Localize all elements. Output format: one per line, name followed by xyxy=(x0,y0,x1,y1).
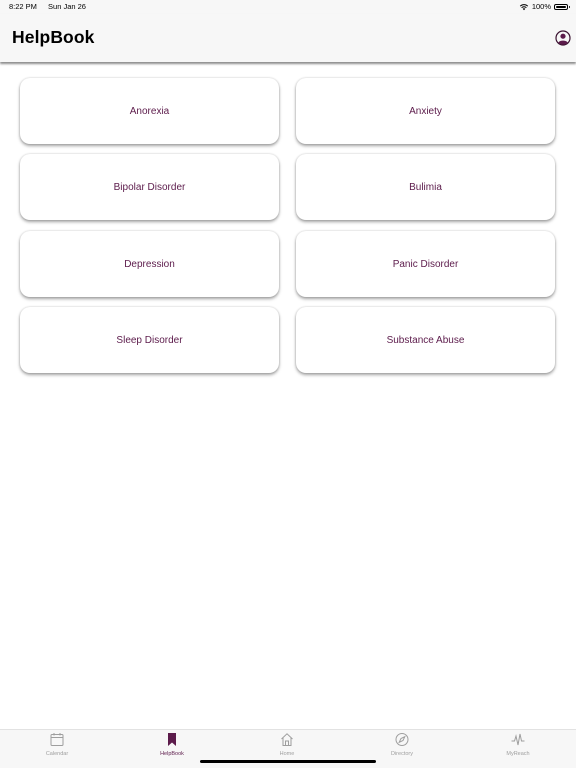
tab-home[interactable]: Home xyxy=(257,732,317,762)
topic-label: Substance Abuse xyxy=(386,334,465,346)
tab-helpbook[interactable]: HelpBook xyxy=(142,732,202,762)
topic-card-substance-abuse[interactable]: Substance Abuse xyxy=(296,307,555,373)
wifi-icon xyxy=(519,3,528,10)
topic-card-bipolar-disorder[interactable]: Bipolar Disorder xyxy=(20,154,279,220)
compass-icon xyxy=(395,733,409,746)
status-right: 100% xyxy=(519,2,570,11)
navbar: HelpBook xyxy=(0,14,576,62)
topic-card-anorexia[interactable]: Anorexia xyxy=(20,78,279,144)
tab-label: Home xyxy=(279,751,295,757)
status-time: 8:22 PM xyxy=(9,2,37,11)
status-left: 8:22 PM Sun Jan 26 xyxy=(9,2,86,11)
topic-card-anxiety[interactable]: Anxiety xyxy=(296,78,555,144)
bookmark-icon xyxy=(168,733,176,746)
topic-label: Depression xyxy=(124,258,175,270)
tab-label: HelpBook xyxy=(160,751,184,757)
tab-label: MyReach xyxy=(506,751,530,757)
home-indicator xyxy=(200,760,376,763)
page-title: HelpBook xyxy=(12,27,95,47)
person-circle-icon xyxy=(555,30,571,46)
topic-label: Anorexia xyxy=(129,105,170,117)
topic-card-panic-disorder[interactable]: Panic Disorder xyxy=(296,231,555,297)
status-bar: 8:22 PM Sun Jan 26 100% xyxy=(0,0,576,14)
tab-directory[interactable]: Directory xyxy=(372,732,432,762)
topic-label: Sleep Disorder xyxy=(116,334,183,346)
tab-label: Directory xyxy=(390,751,413,757)
topic-card-bulimia[interactable]: Bulimia xyxy=(296,154,555,220)
battery-fill xyxy=(556,5,566,8)
calendar-icon xyxy=(50,733,64,746)
profile-button[interactable] xyxy=(555,30,571,46)
tab-calendar[interactable]: Calendar xyxy=(27,732,87,762)
tab-label: Calendar xyxy=(45,751,69,757)
battery-percent: 100% xyxy=(531,2,551,11)
topic-card-depression[interactable]: Depression xyxy=(20,231,279,297)
screen: 8:22 PM Sun Jan 26 100% HelpBook Anorexi… xyxy=(0,0,576,768)
topic-card-sleep-disorder[interactable]: Sleep Disorder xyxy=(20,307,279,373)
house-icon xyxy=(281,733,293,746)
topic-label: Panic Disorder xyxy=(392,258,459,270)
tab-myreach[interactable]: MyReach xyxy=(488,732,548,762)
battery-icon xyxy=(554,3,570,10)
heartbeat-icon xyxy=(511,733,525,746)
topic-label: Bulimia xyxy=(409,181,442,193)
topic-label: Anxiety xyxy=(409,105,442,117)
topic-label: Bipolar Disorder xyxy=(113,181,186,193)
status-date: Sun Jan 26 xyxy=(48,2,86,11)
